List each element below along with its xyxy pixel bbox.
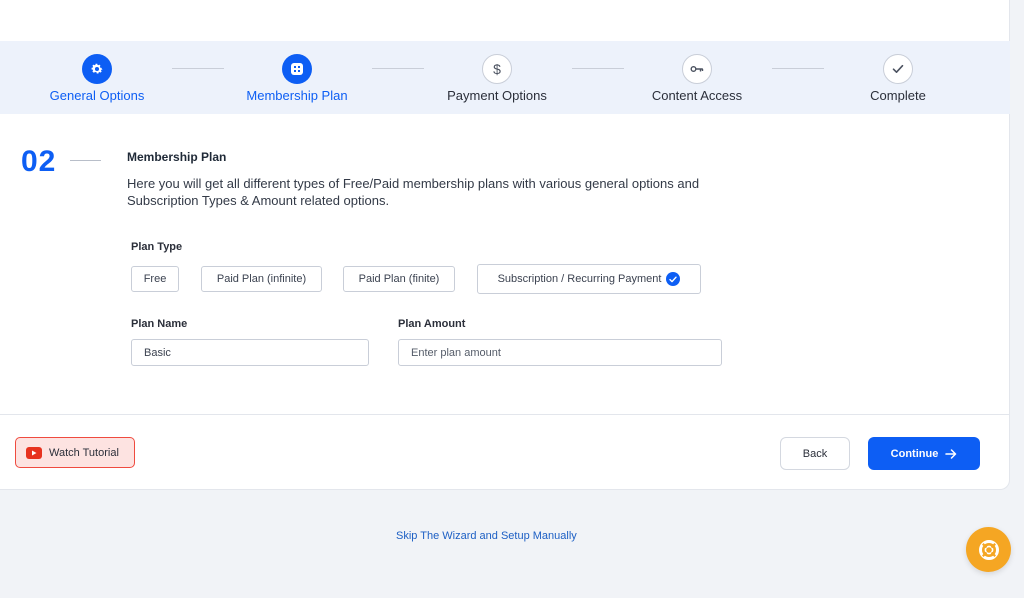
section-description: Here you will get all different types of…: [127, 176, 700, 208]
step-payment-options[interactable]: $ Payment Options: [397, 41, 597, 114]
option-label: Free: [143, 273, 167, 285]
plan-name-input[interactable]: [131, 339, 369, 366]
plan-amount-label: Plan Amount: [398, 318, 466, 330]
plan-type-option-paid-finite[interactable]: Paid Plan (finite): [343, 266, 455, 292]
step-label: General Options: [49, 88, 145, 103]
watch-tutorial-button[interactable]: Watch Tutorial: [15, 437, 135, 468]
step-membership-plan[interactable]: Membership Plan: [197, 41, 397, 114]
option-label: Subscription / Recurring Payment: [497, 273, 662, 285]
step-label: Content Access: [651, 88, 743, 103]
option-label: Paid Plan (infinite): [216, 273, 307, 285]
step-label: Complete: [870, 88, 926, 103]
key-icon: [682, 54, 712, 84]
continue-button[interactable]: Continue: [868, 437, 980, 470]
help-lifebuoy-button[interactable]: [966, 527, 1011, 572]
wizard-card: General Options Membership Plan $ Paymen…: [0, 0, 1010, 490]
arrow-right-icon: [945, 448, 957, 459]
plan-type-label: Plan Type: [131, 241, 183, 253]
step-label: Membership Plan: [246, 88, 348, 103]
youtube-icon: [26, 446, 42, 459]
continue-label: Continue: [890, 447, 939, 460]
plan-name-label: Plan Name: [131, 318, 188, 330]
plan-type-option-free[interactable]: Free: [131, 266, 179, 292]
step-complete[interactable]: Complete: [798, 41, 998, 114]
section-number: 02: [21, 145, 57, 178]
option-label: Paid Plan (finite): [358, 273, 440, 285]
back-label: Back: [802, 447, 828, 460]
section-number-divider: [70, 160, 101, 161]
plan-type-option-subscription[interactable]: Subscription / Recurring Payment: [477, 264, 701, 294]
selected-check-icon: [666, 272, 681, 286]
skip-wizard-link[interactable]: Skip The Wizard and Setup Manually: [396, 530, 577, 542]
plan-amount-input[interactable]: [398, 339, 722, 366]
footer-divider: [0, 414, 1010, 415]
step-content-access[interactable]: Content Access: [597, 41, 797, 114]
section-title: Membership Plan: [127, 150, 227, 164]
gear-icon: [82, 54, 112, 84]
dollar-icon: $: [482, 54, 512, 84]
check-icon: [883, 54, 913, 84]
plan-type-option-paid-infinite[interactable]: Paid Plan (infinite): [201, 266, 322, 292]
plan-icon: [282, 54, 312, 84]
lifebuoy-icon: [978, 539, 999, 560]
watch-tutorial-label: Watch Tutorial: [49, 446, 119, 459]
step-general-options[interactable]: General Options: [0, 41, 197, 114]
back-button[interactable]: Back: [780, 437, 850, 470]
wizard-stepper: General Options Membership Plan $ Paymen…: [0, 41, 1010, 114]
step-label: Payment Options: [447, 88, 547, 103]
